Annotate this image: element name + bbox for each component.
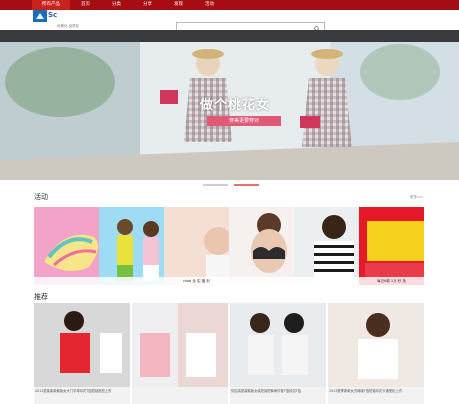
product-caption: 情侣装夏装韩版女装短袖短裤两件套T恤情侣T恤 bbox=[231, 389, 301, 393]
product-image bbox=[34, 303, 130, 387]
product-caption: 2013夏装新款韩版女大门字母印花T恤短袖宽松上衣 bbox=[35, 389, 112, 393]
product-card[interactable] bbox=[132, 303, 228, 404]
top-nav: 所有产品 首页 分类 分享 发现 活动 bbox=[32, 0, 225, 10]
nav-item-discover[interactable]: 发现 bbox=[163, 0, 194, 10]
product-caption: 2013夏季新款女式韩版T恤短袖印花卡通宽松上衣 bbox=[329, 389, 403, 393]
lingerie-image bbox=[229, 207, 294, 285]
logo-text[interactable]: Sc bbox=[48, 11, 57, 19]
product-caption bbox=[133, 389, 227, 397]
product-image bbox=[132, 303, 228, 387]
slider-indicators bbox=[203, 184, 259, 186]
top-nav-bar: 所有产品 首页 分类 分享 发现 活动 bbox=[0, 0, 459, 10]
activity-caption bbox=[294, 277, 359, 285]
product-card[interactable]: 情侣装夏装韩版女装短袖短裤两件套T恤情侣T恤 bbox=[230, 303, 326, 404]
activity-tile[interactable] bbox=[34, 207, 99, 285]
section-title-tuijian: 推荐 bbox=[34, 293, 48, 301]
more-link[interactable]: 更多>> bbox=[410, 195, 423, 200]
sandal-image bbox=[34, 207, 99, 285]
stripe-top-image bbox=[294, 207, 359, 285]
slider-dot-active[interactable] bbox=[234, 184, 259, 186]
nav-item-category[interactable]: 分类 bbox=[101, 0, 132, 10]
dark-band bbox=[0, 30, 459, 42]
product-image bbox=[230, 303, 326, 387]
banner-subtitle: 穿美更要穿对 bbox=[207, 116, 281, 126]
banner-title: 做个桃花女 bbox=[200, 98, 271, 113]
slogan: 优美化 品质化 bbox=[57, 24, 80, 28]
recommend-cards: 2013夏装新款韩版女大门字母印花T恤短袖宽松上衣 情侣装夏装韩版女装短袖短裤两… bbox=[34, 303, 424, 404]
activity-caption bbox=[229, 277, 294, 285]
nav-item-home[interactable]: 首页 bbox=[70, 0, 101, 10]
activity-tiles: ntad 全 实 福 利 每日6款 1元 秒 抢 bbox=[34, 207, 424, 285]
activity-caption: ntad 全 实 福 利 bbox=[164, 277, 229, 285]
sale-banner-image bbox=[359, 207, 424, 285]
activity-tile[interactable]: ntad 全 实 福 利 bbox=[164, 207, 229, 285]
activity-tile[interactable] bbox=[229, 207, 294, 285]
activity-tile[interactable]: 每日6款 1元 秒 抢 bbox=[359, 207, 424, 285]
nav-item-activity[interactable]: 活动 bbox=[194, 0, 225, 10]
product-card[interactable]: 2013夏装新款韩版女大门字母印花T恤短袖宽松上衣 bbox=[34, 303, 130, 404]
activity-caption bbox=[34, 277, 99, 285]
activity-tile[interactable] bbox=[99, 207, 164, 285]
header: Sc 优美化 品质化 bbox=[0, 10, 459, 35]
nav-item-share[interactable]: 分享 bbox=[132, 0, 163, 10]
kids-image bbox=[99, 207, 164, 285]
hero-banner[interactable]: 做个桃花女 穿美更要穿对 bbox=[0, 42, 459, 180]
slider-dot[interactable] bbox=[203, 184, 228, 186]
activity-caption bbox=[99, 277, 164, 285]
activity-tile[interactable] bbox=[294, 207, 359, 285]
product-card[interactable]: 2013夏季新款女式韩版T恤短袖印花卡通宽松上衣 bbox=[328, 303, 424, 404]
logo-icon[interactable] bbox=[33, 10, 47, 22]
nav-item-all-products[interactable]: 所有产品 bbox=[32, 0, 70, 10]
product-image bbox=[328, 303, 424, 387]
section-title-huodong: 活动 bbox=[34, 193, 48, 201]
promo-image bbox=[164, 207, 229, 285]
activity-caption: 每日6款 1元 秒 抢 bbox=[359, 277, 424, 285]
